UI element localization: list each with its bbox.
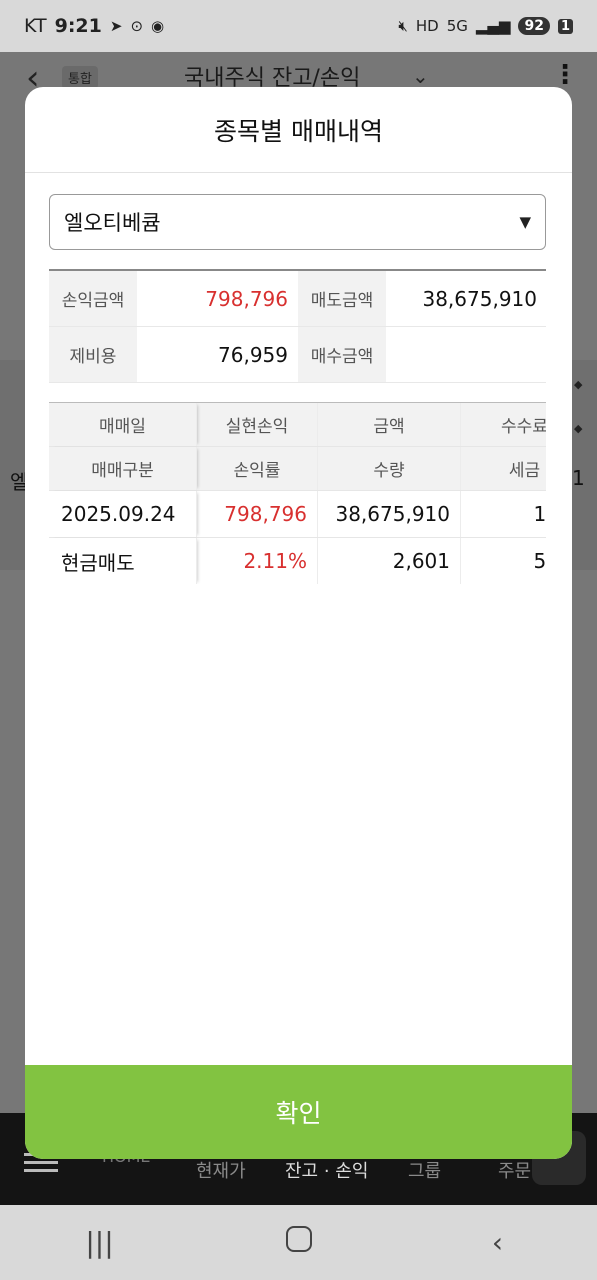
nav-order[interactable]: 주문 [498,1157,531,1183]
battery-badge: 92 [518,17,550,35]
hd-icon: HD [415,17,439,35]
cell-trade-date: 2025.09.24 [49,491,197,537]
nav-group[interactable]: 그룹 [408,1157,441,1183]
background-row-number: 1 [572,466,585,490]
sort-icon: ◆ [574,378,583,391]
buy-amount-label: 매수금액 [298,327,386,382]
trade-grid-content: 매매일 실현손익 금액 수수료 매매구분 손익률 수량 세금 2025.09.2… [49,403,546,584]
header-trade-type: 매매구분 [49,447,197,490]
cell-quantity: 2,601 [318,538,461,584]
sort-icon: ◆ [574,422,583,435]
fee-label: 제비용 [49,327,137,382]
caret-down-icon: ▼ [519,213,531,231]
clock: 9:21 [54,15,102,37]
table-row[interactable]: 현금매도 2.11% 2,601 58,0 [49,538,546,584]
stock-select-value: 엘오티베큠 [64,211,161,235]
sim-badge: 1 [557,18,573,34]
status-left: KT 9:21 ➤ ⊙ ◉ [24,15,164,37]
5g-icon: 5G [446,17,468,35]
summary-table: 손익금액 798,796 매도금액 38,675,910 제비용 76,959 … [49,269,546,383]
buy-amount-value [386,327,546,382]
cell-amount: 38,675,910 [318,491,461,537]
send-icon: ➤ [109,17,123,35]
trade-history-modal: 종목별 매매내역 엘오티베큠 ▼ 손익금액 798,796 매도금액 38,67… [25,87,572,1159]
account-type-tag[interactable]: 통합 [62,66,98,89]
fee-value: 76,959 [218,342,288,367]
cell-commission: 18,9 [461,491,546,537]
header-return-rate: 손익률 [197,447,318,490]
summary-row: 손익금액 798,796 매도금액 38,675,910 [49,271,546,327]
pnl-label: 손익금액 [49,271,137,326]
confirm-button[interactable]: 확인 [25,1065,572,1159]
carrier: KT [24,15,47,37]
header-tax: 세금 [461,447,546,490]
mute-icon: 🔇︎ [398,17,408,35]
app-icon: ◉ [151,17,165,35]
recents-icon[interactable]: ||| [70,1226,130,1259]
back-nav-icon[interactable]: ‹ [468,1226,528,1259]
cell-trade-type: 현금매도 [49,538,197,584]
cell-return-rate: 2.11% [197,538,318,584]
nav-current-price[interactable]: 현재가 [196,1157,246,1183]
sell-amount-value: 38,675,910 [422,286,537,311]
grid-header-row: 매매일 실현손익 금액 수수료 [49,403,546,447]
summary-row: 제비용 76,959 매수금액 [49,327,546,383]
trade-grid[interactable]: 매매일 실현손익 금액 수수료 매매구분 손익률 수량 세금 2025.09.2… [49,402,546,584]
location-icon: ⊙ [130,17,144,35]
nav-balance-pnl[interactable]: 잔고 · 손익 [285,1157,368,1183]
home-icon [285,1226,312,1252]
more-icon[interactable]: ⋮ [552,60,578,90]
system-nav-bar: ||| ‹ [0,1205,597,1280]
cell-tax: 58,0 [461,538,546,584]
header-amount: 금액 [318,403,461,446]
chevron-down-icon[interactable]: ⌄ [412,64,429,88]
header-realized-pnl: 실현손익 [197,403,318,446]
header-commission: 수수료 [461,403,546,446]
stock-select[interactable]: 엘오티베큠 ▼ [49,194,546,250]
grid-header-row: 매매구분 손익률 수량 세금 [49,447,546,491]
header-trade-date: 매매일 [49,403,197,446]
modal-title: 종목별 매매내역 [25,87,572,173]
pnl-value: 798,796 [205,286,288,311]
status-right: 🔇︎ HD 5G ▂▄▆ 92 1 [398,17,573,35]
signal-icon: ▂▄▆ [475,17,511,35]
cell-realized-pnl: 798,796 [197,491,318,537]
sell-amount-label: 매도금액 [298,271,386,326]
table-row[interactable]: 2025.09.24 798,796 38,675,910 18,9 [49,491,546,538]
header-quantity: 수량 [318,447,461,490]
status-bar: KT 9:21 ➤ ⊙ ◉ 🔇︎ HD 5G ▂▄▆ 92 1 [0,0,597,52]
home-button[interactable] [269,1226,329,1259]
